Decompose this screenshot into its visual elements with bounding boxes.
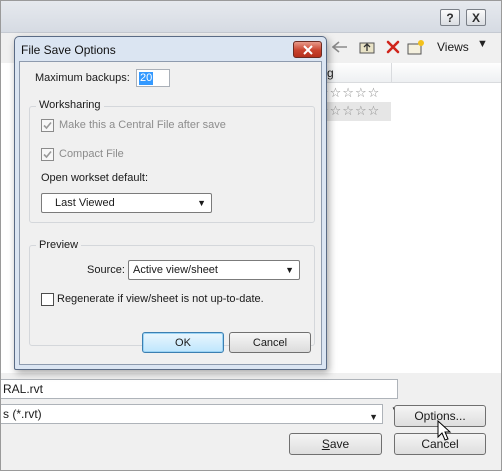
chevron-down-icon[interactable]: ▼ [285,261,294,279]
check-icon [43,121,52,130]
ok-button[interactable]: OK [142,332,224,353]
chevron-down-icon[interactable]: ▼ [197,194,206,212]
worksharing-legend: Worksharing [36,99,104,111]
views-menu-label[interactable]: Views [437,40,469,54]
compact-file-label: Compact File [59,148,124,160]
workset-default-select[interactable]: Last Viewed ▼ [41,193,212,213]
column-header[interactable]: g [311,63,501,83]
workset-default-value: Last Viewed [55,197,115,209]
file-type-value: s (*.rvt) [3,407,42,421]
file-type-select[interactable]: s (*.rvt) ▼ [1,404,383,424]
max-backups-value: 20 [139,72,154,85]
regenerate-checkbox[interactable] [41,293,54,306]
help-button[interactable]: ? [440,9,460,26]
close-icon [302,44,313,55]
save-rest: ave [329,437,350,451]
dialog-title: File Save Options [21,43,116,57]
source-select[interactable]: Active view/sheet ▼ [128,260,300,280]
save-accel: S [321,437,330,451]
dialog-client-area: Maximum backups: 20 Worksharing Make thi… [19,61,322,365]
dialog-cancel-button[interactable]: Cancel [229,332,311,353]
up-folder-icon[interactable] [358,38,376,56]
central-file-label: Make this a Central File after save [59,119,226,131]
back-arrow-icon[interactable] [331,38,349,56]
compact-file-checkbox[interactable] [41,148,54,161]
source-label: Source: [87,264,125,276]
max-backups-input[interactable]: 20 [136,69,170,87]
new-folder-icon[interactable] [407,38,425,56]
check-icon [43,150,52,159]
column-header-label: g [327,66,334,80]
central-file-checkbox[interactable] [41,119,54,132]
regenerate-label: Regenerate if view/sheet is not up-to-da… [57,293,264,305]
toolbar: Views ▼ [327,34,501,61]
column-divider[interactable] [391,63,392,83]
max-backups-label: Maximum backups: [35,72,130,84]
views-caret-icon[interactable]: ▼ [477,38,488,50]
close-button[interactable]: X [466,9,486,26]
workset-default-label: Open workset default: [41,172,149,184]
file-name-input[interactable]: RAL.rvt [1,379,398,399]
file-save-options-dialog: File Save Options Maximum backups: 20 Wo… [14,36,327,370]
mouse-cursor-icon [437,420,452,441]
chevron-down-icon[interactable]: ▼ [369,408,378,426]
save-button[interactable]: Save [289,433,382,455]
source-value: Active view/sheet [133,264,218,276]
dialog-close-button[interactable] [293,41,322,58]
parent-title-bar: ? X [1,1,501,33]
preview-legend: Preview [36,239,82,251]
delete-icon[interactable] [384,38,402,56]
